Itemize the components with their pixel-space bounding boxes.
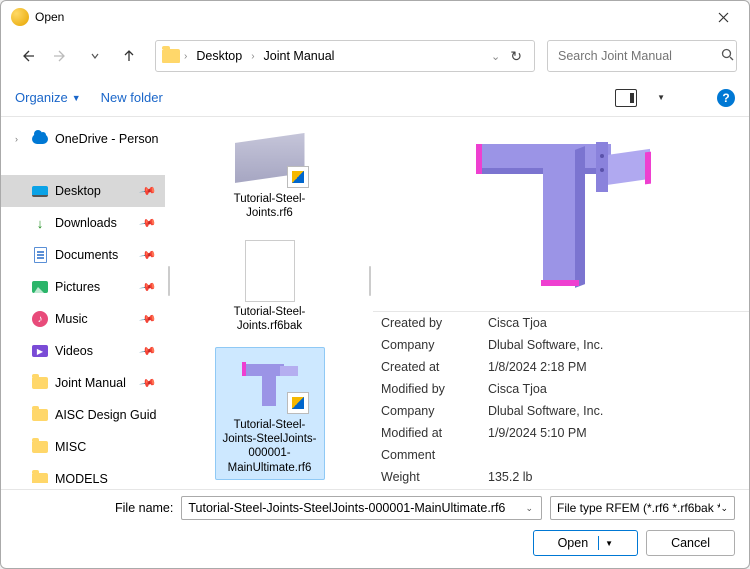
music-icon: ♪ bbox=[32, 311, 48, 327]
folder-icon bbox=[32, 409, 48, 421]
chevron-down-icon[interactable]: ⌄ bbox=[521, 503, 537, 514]
search-icon bbox=[721, 48, 734, 64]
meta-row: Comment bbox=[373, 444, 749, 466]
file-list[interactable]: Tutorial-Steel-Joints.rf6 Tutorial-Steel… bbox=[172, 117, 367, 489]
pin-icon: 📌 bbox=[139, 310, 158, 329]
breadcrumb-joint-manual[interactable]: Joint Manual bbox=[259, 46, 340, 66]
meta-row: Created at1/8/2024 2:18 PM bbox=[373, 356, 749, 378]
chevron-down-icon: ⌄ bbox=[720, 503, 728, 514]
meta-row: Weight135.2 lb bbox=[373, 466, 749, 488]
file-item-selected[interactable]: Tutorial-Steel-Joints-SteelJoints-000001… bbox=[215, 347, 325, 481]
pin-icon: 📌 bbox=[139, 246, 158, 265]
tree-videos[interactable]: ▶ Videos 📌 bbox=[1, 335, 165, 367]
titlebar: Open bbox=[1, 1, 749, 33]
forward-button[interactable] bbox=[47, 42, 75, 70]
documents-icon bbox=[34, 247, 47, 263]
breadcrumb-desktop[interactable]: Desktop bbox=[191, 46, 247, 66]
preview-pane: Created byCisca Tjoa CompanyDlubal Softw… bbox=[373, 117, 749, 489]
downloads-icon: ↓ bbox=[31, 214, 49, 232]
chevron-down-icon[interactable]: ▼ bbox=[605, 539, 613, 548]
chevron-right-icon[interactable]: › bbox=[15, 134, 25, 144]
rfem-badge-icon bbox=[287, 166, 309, 188]
chevron-down-icon[interactable]: ▼ bbox=[657, 93, 665, 102]
metadata-panel: Created byCisca Tjoa CompanyDlubal Softw… bbox=[373, 311, 749, 489]
new-folder-button[interactable]: New folder bbox=[101, 90, 163, 105]
tree-documents[interactable]: Documents 📌 bbox=[1, 239, 165, 271]
search-input[interactable] bbox=[556, 48, 721, 64]
folder-icon bbox=[32, 473, 48, 483]
onedrive-icon bbox=[32, 134, 48, 144]
pin-icon: 📌 bbox=[139, 214, 158, 233]
tree-joint-manual[interactable]: Joint Manual 📌 bbox=[1, 367, 165, 399]
organize-menu[interactable]: Organize ▼ bbox=[15, 90, 81, 105]
footer: File name: ⌄ File type RFEM (*.rf6 *.rf6… bbox=[1, 490, 749, 568]
open-dialog: Open › Desktop › Joint Manual ⌄ ↻ bbox=[0, 0, 750, 569]
splitter[interactable] bbox=[367, 117, 373, 489]
help-button[interactable]: ? bbox=[717, 89, 735, 107]
tree-music[interactable]: ♪ Music 📌 bbox=[1, 303, 165, 335]
filename-input[interactable] bbox=[186, 500, 521, 516]
search-box[interactable] bbox=[547, 40, 737, 72]
filename-label: File name: bbox=[15, 501, 173, 515]
filetype-select[interactable]: File type RFEM (*.rf6 *.rf6bak *.rx ⌄ bbox=[550, 496, 735, 520]
videos-icon: ▶ bbox=[32, 345, 48, 357]
folder-icon bbox=[32, 377, 48, 389]
chevron-down-icon[interactable]: ⌄ bbox=[491, 50, 500, 63]
file-label: Tutorial-Steel-Joints-SteelJoints-000001… bbox=[218, 418, 322, 476]
tree-misc[interactable]: MISC bbox=[1, 431, 165, 463]
splitter[interactable] bbox=[166, 117, 172, 489]
preview-image bbox=[373, 117, 749, 311]
tree-downloads[interactable]: ↓ Downloads 📌 bbox=[1, 207, 165, 239]
pin-icon: 📌 bbox=[139, 182, 158, 201]
tree-desktop[interactable]: Desktop 📌 bbox=[1, 175, 165, 207]
nav-row: › Desktop › Joint Manual ⌄ ↻ bbox=[1, 33, 749, 79]
meta-row: CompanyDlubal Software, Inc. bbox=[373, 400, 749, 422]
file-label: Tutorial-Steel-Joints.rf6bak bbox=[218, 305, 322, 334]
folder-icon bbox=[32, 441, 48, 453]
pin-icon: 📌 bbox=[139, 278, 158, 297]
tree-aisc[interactable]: AISC Design Guid bbox=[1, 399, 165, 431]
window-title: Open bbox=[35, 10, 701, 24]
pin-icon: 📌 bbox=[139, 374, 158, 393]
pictures-icon bbox=[32, 281, 48, 293]
refresh-button[interactable]: ↻ bbox=[510, 48, 522, 65]
meta-row: Modified at1/9/2024 5:10 PM bbox=[373, 422, 749, 444]
meta-row: Modified byCisca Tjoa bbox=[373, 378, 749, 400]
app-icon bbox=[11, 8, 29, 26]
file-item[interactable]: Tutorial-Steel-Joints.rf6bak bbox=[215, 234, 325, 339]
open-button[interactable]: Open ▼ bbox=[533, 530, 639, 556]
body: › OneDrive - Person Desktop 📌 ↓ Download… bbox=[1, 117, 749, 490]
folder-icon bbox=[162, 49, 180, 63]
meta-row: Created byCisca Tjoa bbox=[373, 312, 749, 334]
recent-dropdown[interactable] bbox=[81, 42, 109, 70]
up-button[interactable] bbox=[115, 42, 143, 70]
file-label: Tutorial-Steel-Joints.rf6 bbox=[218, 192, 322, 221]
rfem-badge-icon bbox=[287, 392, 309, 414]
back-button[interactable] bbox=[13, 42, 41, 70]
pin-icon: 📌 bbox=[139, 342, 158, 361]
desktop-icon bbox=[32, 186, 48, 197]
tree-onedrive[interactable]: › OneDrive - Person bbox=[1, 123, 165, 155]
file-item[interactable]: Tutorial-Steel-Joints.rf6 bbox=[215, 121, 325, 226]
nav-tree: › OneDrive - Person Desktop 📌 ↓ Download… bbox=[1, 117, 166, 489]
chevron-right-icon[interactable]: › bbox=[251, 51, 254, 62]
tree-pictures[interactable]: Pictures 📌 bbox=[1, 271, 165, 303]
meta-row: Nodes731 bbox=[373, 488, 749, 489]
file-thumbnail-icon bbox=[245, 240, 295, 302]
command-row: Organize ▼ New folder ▼ ? bbox=[1, 79, 749, 117]
chevron-right-icon[interactable]: › bbox=[184, 51, 187, 62]
cancel-button[interactable]: Cancel bbox=[646, 530, 735, 556]
model-preview-icon bbox=[471, 134, 651, 294]
meta-row: CompanyDlubal Software, Inc. bbox=[373, 334, 749, 356]
close-button[interactable] bbox=[701, 2, 745, 32]
chevron-down-icon: ▼ bbox=[72, 93, 81, 103]
view-options-button[interactable] bbox=[615, 89, 637, 107]
tree-models[interactable]: MODELS bbox=[1, 463, 165, 483]
address-bar[interactable]: › Desktop › Joint Manual ⌄ ↻ bbox=[155, 40, 535, 72]
filename-combobox[interactable]: ⌄ bbox=[181, 496, 542, 520]
